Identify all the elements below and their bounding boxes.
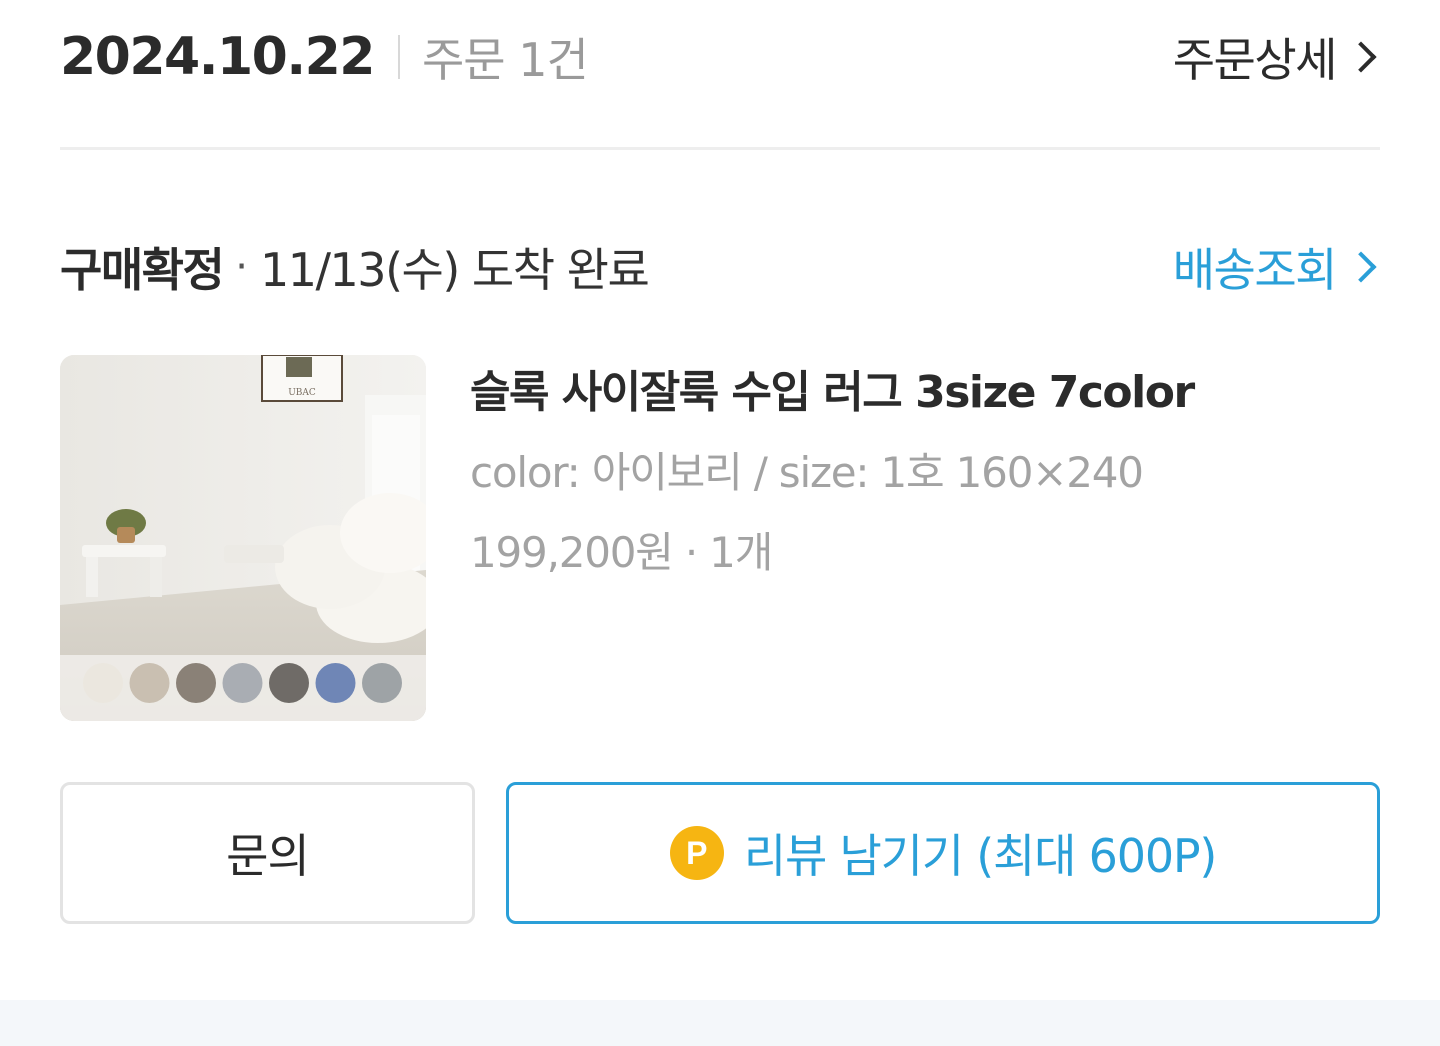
order-count: 주문 1건 — [421, 33, 589, 87]
order-date: 2024.10.22 — [60, 27, 375, 87]
product-thumbnail[interactable]: UBAC — [60, 355, 426, 721]
product-name[interactable]: 슬록 사이잘룩 수입 러그 3size 7color — [470, 363, 1350, 423]
write-review-label: 리뷰 남기기 (최대 600P) — [743, 829, 1218, 883]
product-info: 슬록 사이잘룩 수입 러그 3size 7color color: 아이보리 /… — [470, 363, 1350, 581]
product-option: color: 아이보리 / size: 1호 160×240 — [470, 448, 1144, 497]
rug-room-image: UBAC — [60, 355, 426, 721]
color-swatch — [83, 663, 123, 703]
point-icon: P — [669, 826, 724, 880]
chevron-right-icon — [1345, 251, 1377, 283]
arrival-status-text: 11/13(수) 도착 완료 — [260, 243, 650, 297]
section-gap-band — [0, 1000, 1440, 1046]
section-divider — [60, 147, 1380, 150]
delivery-tracking-label: 배송조회 — [1172, 243, 1338, 297]
color-swatch — [129, 663, 170, 703]
color-swatch — [362, 663, 402, 703]
color-swatch — [176, 663, 216, 703]
order-detail-label: 주문상세 — [1172, 33, 1338, 87]
color-swatch — [315, 663, 356, 703]
delivery-status-row: 구매확정 · 11/13(수) 도착 완료 배송조회 — [60, 232, 1380, 302]
color-swatch — [222, 663, 263, 703]
order-card-page: 2024.10.22 주문 1건 주문상세 구매확정 · 11/13(수) 도착… — [0, 0, 1440, 1046]
thumbnail-logo-text: UBAC — [288, 388, 316, 398]
write-review-button[interactable]: P 리뷰 남기기 (최대 600P) — [506, 782, 1380, 924]
color-swatch — [269, 663, 309, 703]
header-divider — [397, 35, 400, 79]
product-item: UBAC 슬록 사이잘룩 수입 러그 3size 7color color: 아… — [60, 355, 1380, 721]
delivery-tracking-link[interactable]: 배송조회 — [1173, 234, 1380, 300]
inquiry-button-label: 문의 — [226, 829, 310, 883]
product-price-quantity: 199,200원 · 1개 — [470, 528, 773, 577]
status-separator: · — [235, 244, 248, 290]
order-header: 2024.10.22 주문 1건 주문상세 — [60, 14, 1380, 100]
order-detail-link[interactable]: 주문상세 — [1173, 24, 1380, 90]
chevron-right-icon — [1345, 41, 1377, 73]
inquiry-button[interactable]: 문의 — [60, 782, 475, 924]
purchase-status-label: 구매확정 — [60, 243, 225, 297]
